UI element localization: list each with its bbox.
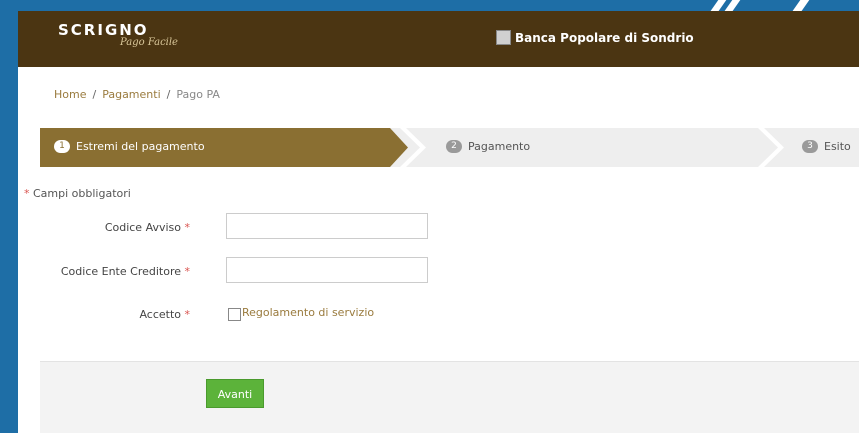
required-star: * xyxy=(184,265,191,278)
field-label: Codice Avviso xyxy=(104,221,181,234)
required-star: * xyxy=(184,221,191,234)
breadcrumb: Home / Pagamenti / Pago PA xyxy=(54,88,220,101)
bank-logo-icon xyxy=(496,30,511,45)
codice-avviso-label: Codice Avviso * xyxy=(40,221,190,234)
breadcrumb-home[interactable]: Home xyxy=(54,88,86,101)
app-header: SCRIGNO Pago Facile Banca Popolare di So… xyxy=(18,11,859,67)
step-number: 1 xyxy=(54,140,70,153)
codice-avviso-input[interactable] xyxy=(226,213,428,239)
logo-subtitle: Pago Facile xyxy=(120,37,178,48)
codice-ente-label: Codice Ente Creditore * xyxy=(40,265,190,278)
breadcrumb-pagamenti[interactable]: Pagamenti xyxy=(102,88,160,101)
wizard-steps: 1 Estremi del pagamento 2 Pagamento 3 Es… xyxy=(40,128,859,167)
accetto-label: Accetto * xyxy=(40,308,190,321)
breadcrumb-current: Pago PA xyxy=(176,88,220,101)
breadcrumb-separator: / xyxy=(166,88,171,101)
required-star: * xyxy=(184,308,191,321)
field-label: Codice Ente Creditore xyxy=(60,265,181,278)
step-esito: 3 Esito xyxy=(802,140,851,153)
breadcrumb-separator: / xyxy=(92,88,97,101)
step-pagamento: 2 Pagamento xyxy=(446,140,530,153)
avanti-button[interactable]: Avanti xyxy=(206,379,264,408)
step-estremi: 1 Estremi del pagamento xyxy=(54,140,205,153)
codice-ente-creditore-input[interactable] xyxy=(226,257,428,283)
bank-brand: Banca Popolare di Sondrio xyxy=(496,30,694,45)
step-label: Esito xyxy=(824,140,851,153)
bank-name: Banca Popolare di Sondrio xyxy=(515,30,694,45)
step-divider xyxy=(758,128,784,167)
field-label: Accetto xyxy=(139,308,181,321)
step-number: 3 xyxy=(802,140,818,153)
browser-content: SCRIGNO Pago Facile Banca Popolare di So… xyxy=(18,11,859,433)
step-number: 2 xyxy=(446,140,462,153)
regolamento-link[interactable]: Regolamento di servizio xyxy=(242,306,374,319)
accept-checkbox[interactable] xyxy=(228,308,241,321)
form-footer xyxy=(40,361,859,433)
required-star: * xyxy=(24,187,30,200)
step-label: Pagamento xyxy=(468,140,531,153)
step-label: Estremi del pagamento xyxy=(76,140,205,153)
scrigno-logo: SCRIGNO Pago Facile xyxy=(58,21,178,48)
required-fields-note: * Campi obbligatori xyxy=(24,187,131,200)
required-note-text: Campi obbligatori xyxy=(33,187,131,200)
